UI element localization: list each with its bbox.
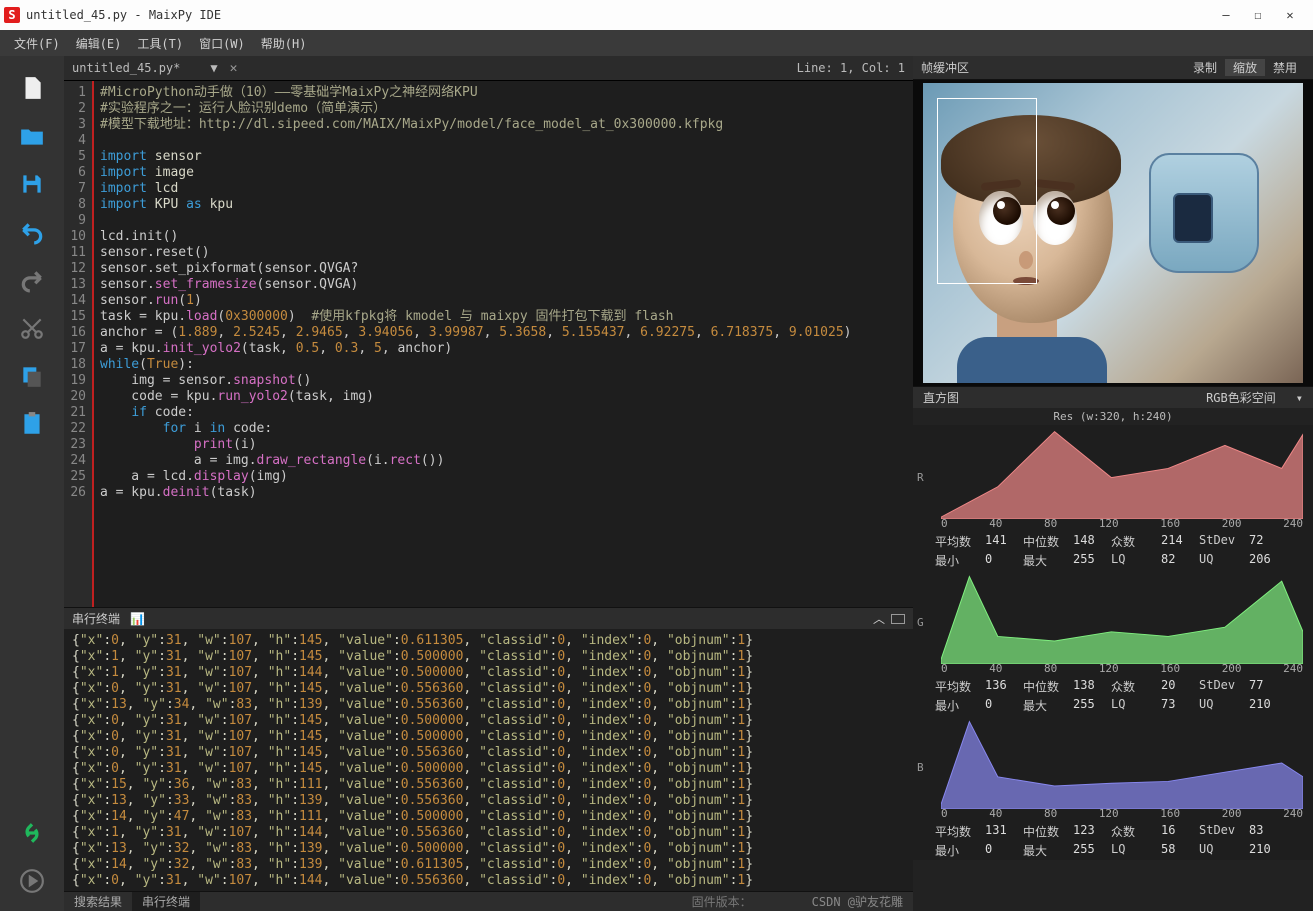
- cursor-position: Line: 1, Col: 1: [797, 61, 905, 75]
- play-icon[interactable]: [18, 867, 46, 895]
- menu-item[interactable]: 文件(F): [14, 35, 60, 52]
- tab-label: untitled_45.py*: [72, 61, 180, 75]
- disable-button[interactable]: 禁用: [1265, 59, 1305, 76]
- window-title: untitled_45.py - MaixPy IDE: [26, 8, 1219, 22]
- tab-close-icon[interactable]: ✕: [230, 61, 238, 76]
- tab-search-results[interactable]: 搜索结果: [64, 892, 132, 911]
- code-editor[interactable]: 1234567891011121314151617181920212223242…: [64, 80, 913, 607]
- title-bar: S untitled_45.py - MaixPy IDE — ☐ ✕: [0, 0, 1313, 30]
- detach-icon[interactable]: [891, 614, 905, 624]
- zoom-button[interactable]: 缩放: [1225, 59, 1265, 76]
- save-icon[interactable]: [18, 170, 46, 198]
- histogram-title: 直方图: [923, 389, 959, 406]
- app-logo-icon: S: [4, 7, 20, 23]
- open-folder-icon[interactable]: [18, 122, 46, 150]
- menu-bar: 文件(F) 编辑(E) 工具(T) 窗口(W) 帮助(H): [0, 30, 1313, 56]
- tab-untitled[interactable]: untitled_45.py* ▼ ✕: [72, 61, 237, 76]
- paste-icon[interactable]: [18, 410, 46, 438]
- new-file-icon[interactable]: [18, 74, 46, 102]
- camera-preview: [913, 80, 1313, 386]
- cut-icon[interactable]: [18, 314, 46, 342]
- bottom-tabs: 搜索结果 串行终端 固件版本： CSDN @驴友花雕: [64, 891, 913, 911]
- menu-item[interactable]: 工具(T): [137, 35, 183, 52]
- close-icon[interactable]: ✕: [1283, 8, 1297, 22]
- framebuffer-header: 帧缓冲区 录制 缩放 禁用: [913, 56, 1313, 80]
- minimize-icon[interactable]: —: [1219, 8, 1233, 22]
- histogram-B: B 04080120160200240 平均数131中位数123众数16StDe…: [913, 715, 1313, 860]
- framebuffer-title: 帧缓冲区: [921, 59, 969, 76]
- menu-item[interactable]: 帮助(H): [261, 35, 307, 52]
- record-button[interactable]: 录制: [1185, 59, 1225, 76]
- editor-tabs: untitled_45.py* ▼ ✕ Line: 1, Col: 1: [64, 56, 913, 80]
- bar-chart-icon[interactable]: 📊: [130, 612, 145, 626]
- histogram-G: G 04080120160200240 平均数136中位数138众数20StDe…: [913, 570, 1313, 715]
- sidebar: [0, 56, 64, 911]
- histogram-header: 直方图 RGB色彩空间 ▾: [913, 386, 1313, 408]
- redo-icon[interactable]: [18, 266, 46, 294]
- resolution-label: Res (w:320, h:240): [913, 408, 1313, 425]
- tab-serial-terminal[interactable]: 串行终端: [132, 892, 200, 911]
- menu-item[interactable]: 窗口(W): [199, 35, 245, 52]
- menu-item[interactable]: 编辑(E): [76, 35, 122, 52]
- maximize-icon[interactable]: ☐: [1251, 8, 1265, 22]
- line-gutter: 1234567891011121314151617181920212223242…: [64, 81, 92, 607]
- terminal[interactable]: {"x":0, "y":31, "w":107, "h":145, "value…: [64, 629, 913, 891]
- code-area[interactable]: #MicroPython动手做（10）——零基础学MaixPy之神经网络KPU …: [94, 81, 913, 607]
- collapse-icon[interactable]: ︿: [873, 610, 885, 627]
- firmware-label: 固件版本：: [692, 893, 812, 910]
- undo-icon[interactable]: [18, 218, 46, 246]
- histogram-R: R 04080120160200240 平均数141中位数148众数214StD…: [913, 425, 1313, 570]
- watermark: CSDN @驴友花雕: [812, 893, 913, 910]
- connect-icon[interactable]: [18, 819, 46, 847]
- copy-icon[interactable]: [18, 362, 46, 390]
- terminal-title: 串行终端: [72, 610, 120, 627]
- dropdown-icon[interactable]: ▾: [1296, 391, 1303, 405]
- detection-rectangle: [937, 98, 1037, 284]
- terminal-header: 串行终端 📊 ︿: [64, 607, 913, 629]
- colorspace-label[interactable]: RGB色彩空间: [1206, 389, 1276, 406]
